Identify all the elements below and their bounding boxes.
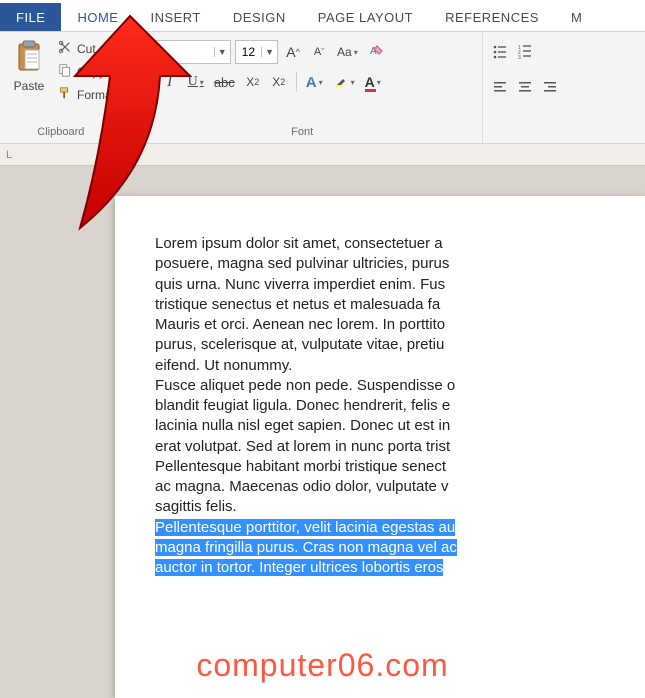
copy-icon [58, 63, 72, 80]
strikethrough-button[interactable]: abc [211, 70, 238, 94]
chevron-down-icon: ▼ [261, 47, 277, 57]
paste-icon [15, 40, 43, 77]
ruler: L [0, 144, 645, 166]
body-text: ac magna. Maecenas odio dolor, vulputate… [155, 477, 645, 497]
align-right-icon [542, 79, 558, 98]
caret-up-icon: ^ [296, 47, 300, 57]
font-family-value: Arial [134, 45, 214, 59]
group-font-label: Font [129, 124, 476, 141]
copy-label: Copy [77, 65, 105, 79]
selected-text: auctor in tortor. Integer ultrices lobor… [155, 558, 645, 578]
body-text: Lorem ipsum dolor sit amet, consectetuer… [155, 234, 645, 254]
align-left-icon [492, 79, 508, 98]
subscript-button[interactable]: X2 [242, 70, 264, 94]
tab-more[interactable]: M [555, 3, 598, 31]
ruler-tab-marker: L [6, 149, 12, 161]
body-text: blandit feugiat ligula. Donec hendrerit,… [155, 396, 645, 416]
italic-button[interactable]: I [159, 70, 181, 94]
text-effects-icon: A [306, 74, 317, 91]
selected-text: magna fringilla purus. Cras non magna ve… [155, 538, 645, 558]
chevron-down-icon: ▼ [214, 47, 230, 57]
grow-font-button[interactable]: A^ [282, 40, 304, 64]
cut-label: Cut [77, 42, 96, 56]
tab-home[interactable]: HOME [61, 3, 134, 31]
document-canvas: Lorem ipsum dolor sit amet, consectetuer… [0, 166, 645, 698]
caret-down-icon: ˇ [321, 47, 324, 57]
clear-formatting-button[interactable]: A [365, 40, 387, 64]
align-left-button[interactable] [489, 76, 511, 100]
tab-references[interactable]: REFERENCES [429, 3, 555, 31]
eraser-icon: A [368, 43, 384, 62]
body-text: erat volutpat. Sed at lorem in nunc port… [155, 437, 645, 457]
paste-button[interactable]: Paste [6, 36, 52, 124]
align-center-icon [517, 79, 533, 98]
format-painter-label: Forma [77, 88, 112, 102]
shrink-font-button[interactable]: Aˇ [308, 40, 330, 64]
body-text: Pellentesque habitant morbi tristique se… [155, 457, 645, 477]
group-clipboard: Paste Cut Copy [0, 32, 123, 143]
chevron-down-icon: ▾ [319, 78, 323, 87]
group-clipboard-label: Clipboard [6, 124, 116, 141]
tab-design[interactable]: DESIGN [217, 3, 302, 31]
superscript-button[interactable]: X2 [268, 70, 290, 94]
body-text: purus, scelerisque at, vulputate vitae, … [155, 335, 645, 355]
font-color-button[interactable]: A ▾ [362, 70, 384, 94]
body-text: quis urna. Nunc viverra imperdiet enim. … [155, 275, 645, 295]
font-family-combo[interactable]: Arial ▼ [133, 40, 231, 64]
chevron-down-icon: ▾ [377, 78, 381, 87]
text-effects-button[interactable]: A ▾ [303, 70, 326, 94]
ribbon-tab-strip: FILE HOME INSERT DESIGN PAGE LAYOUT REFE… [0, 0, 645, 32]
align-right-button[interactable] [539, 76, 561, 100]
selected-text: Pellentesque porttitor, velit lacinia eg… [155, 518, 645, 538]
align-center-button[interactable] [514, 76, 536, 100]
copy-button[interactable]: Copy [58, 63, 112, 80]
body-text: tristique senectus et netus et malesuada… [155, 295, 645, 315]
change-case-button[interactable]: Aa▾ [334, 40, 361, 64]
tab-insert[interactable]: INSERT [134, 3, 216, 31]
tab-file[interactable]: FILE [0, 3, 61, 31]
format-painter-icon [58, 86, 72, 103]
font-size-combo[interactable]: 12 ▼ [235, 40, 278, 64]
divider [296, 72, 297, 92]
body-text: eifend. Ut nonummy. [155, 356, 645, 376]
body-text: Mauris et orci. Aenean nec lorem. In por… [155, 315, 645, 335]
underline-button[interactable]: U▾ [185, 70, 207, 94]
bullets-icon [492, 43, 508, 62]
body-text: Fusce aliquet pede non pede. Suspendisse… [155, 376, 645, 396]
bullets-button[interactable] [489, 40, 511, 64]
numbering-icon: 123 [517, 43, 533, 62]
numbering-button[interactable]: 123 [514, 40, 536, 64]
scissors-icon [58, 40, 72, 57]
highlighter-icon [333, 73, 349, 92]
paste-label: Paste [14, 79, 45, 93]
chevron-down-icon: ▾ [354, 48, 358, 57]
font-size-value: 12 [236, 45, 261, 59]
page[interactable]: Lorem ipsum dolor sit amet, consectetuer… [115, 196, 645, 698]
ribbon: Paste Cut Copy [0, 32, 645, 144]
group-paragraph: 123 [483, 32, 567, 143]
chevron-down-icon: ▾ [351, 78, 355, 87]
highlight-button[interactable]: ▾ [330, 70, 358, 94]
bold-button[interactable]: B [133, 70, 155, 94]
format-painter-button[interactable]: Forma [58, 86, 112, 103]
body-text: posuere, magna sed pulvinar ultricies, p… [155, 254, 645, 274]
svg-text:3: 3 [518, 55, 521, 59]
chevron-down-icon: ▾ [200, 78, 204, 87]
group-font: Arial ▼ 12 ▼ A^ Aˇ Aa▾ A B I [123, 32, 483, 143]
body-text: sagittis felis. [155, 497, 645, 517]
body-text: lacinia nulla nisl eget sapien. Donec ut… [155, 416, 645, 436]
cut-button[interactable]: Cut [58, 40, 112, 57]
tab-page-layout[interactable]: PAGE LAYOUT [302, 3, 429, 31]
color-swatch-icon [365, 89, 376, 92]
